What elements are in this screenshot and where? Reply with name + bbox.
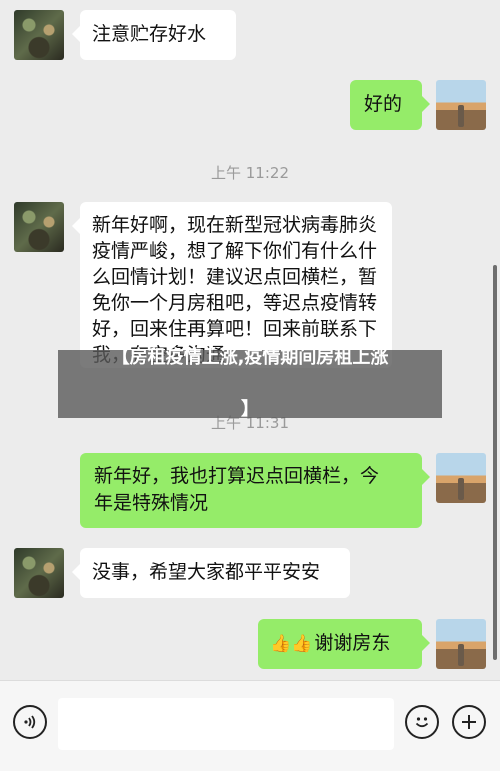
message-line: 免你一个月房租吧，等迟点疫情转	[92, 292, 378, 314]
message-bubble[interactable]: 好的	[350, 80, 430, 130]
caption-line: 【房租疫情上涨,疫情期间房租上涨	[111, 347, 389, 368]
thumbs-up-icon: 👍👍	[270, 634, 313, 654]
voice-icon-glyph	[24, 715, 36, 729]
caption-overlay: 【房租疫情上涨,疫情期间房租上涨 】	[58, 347, 442, 420]
message-line: 好，回来住再算吧！回来前联系下	[92, 318, 378, 340]
plus-icon[interactable]	[452, 705, 486, 739]
message-bubble[interactable]: 👍👍 谢谢房东	[258, 619, 430, 669]
user-avatar[interactable]	[436, 80, 486, 130]
user-avatar[interactable]	[436, 453, 486, 503]
message-bubble[interactable]: 注意贮存好水	[72, 10, 236, 60]
message-input[interactable]	[58, 698, 394, 750]
scrollbar[interactable]	[493, 265, 497, 660]
emoji-icon[interactable]	[405, 705, 439, 739]
landlord-avatar[interactable]	[14, 10, 64, 60]
landlord-avatar[interactable]	[14, 202, 64, 252]
input-bar	[0, 680, 500, 771]
message-text: 谢谢房东	[314, 632, 391, 654]
message-bubble[interactable]: 新年好啊，现在新型冠状病毒肺炎 疫情严峻，想了解下你们有什么什 么回情计划！建议…	[72, 202, 392, 368]
plus-icon-glyph	[462, 715, 476, 729]
message-text: 没事，希望大家都平平安安	[92, 561, 321, 583]
caption-text: 【房租疫情上涨,疫情期间房租上涨 】	[65, 345, 435, 423]
message-line: 新年好啊，现在新型冠状病毒肺炎	[92, 214, 378, 236]
message-bubble[interactable]: 新年好，我也打算迟点回横栏，今 年是特殊情况	[80, 453, 430, 528]
message-line: 年是特殊情况	[94, 492, 209, 514]
landlord-avatar[interactable]	[14, 548, 64, 598]
voice-icon[interactable]	[13, 705, 47, 739]
caption-line: 】	[241, 399, 259, 420]
emoji-icon-glyph	[415, 717, 429, 728]
message-text: 注意贮存好水	[92, 23, 207, 45]
message-bubble[interactable]: 没事，希望大家都平平安安	[72, 548, 350, 598]
message-line: 疫情严峻，想了解下你们有什么什	[92, 240, 378, 262]
timestamp: 上午 11:22	[211, 164, 289, 182]
message-line: 新年好，我也打算迟点回横栏，今	[94, 465, 380, 487]
message-line: 么回情计划！建议迟点回横栏，暂	[92, 266, 378, 288]
message-text: 好的	[364, 93, 403, 115]
user-avatar[interactable]	[436, 619, 486, 669]
chat-scroll-area[interactable]: 注意贮存好水 好的 上午 11:22 新年好啊，现在新型冠状病毒肺炎 疫情严峻，…	[0, 0, 500, 680]
